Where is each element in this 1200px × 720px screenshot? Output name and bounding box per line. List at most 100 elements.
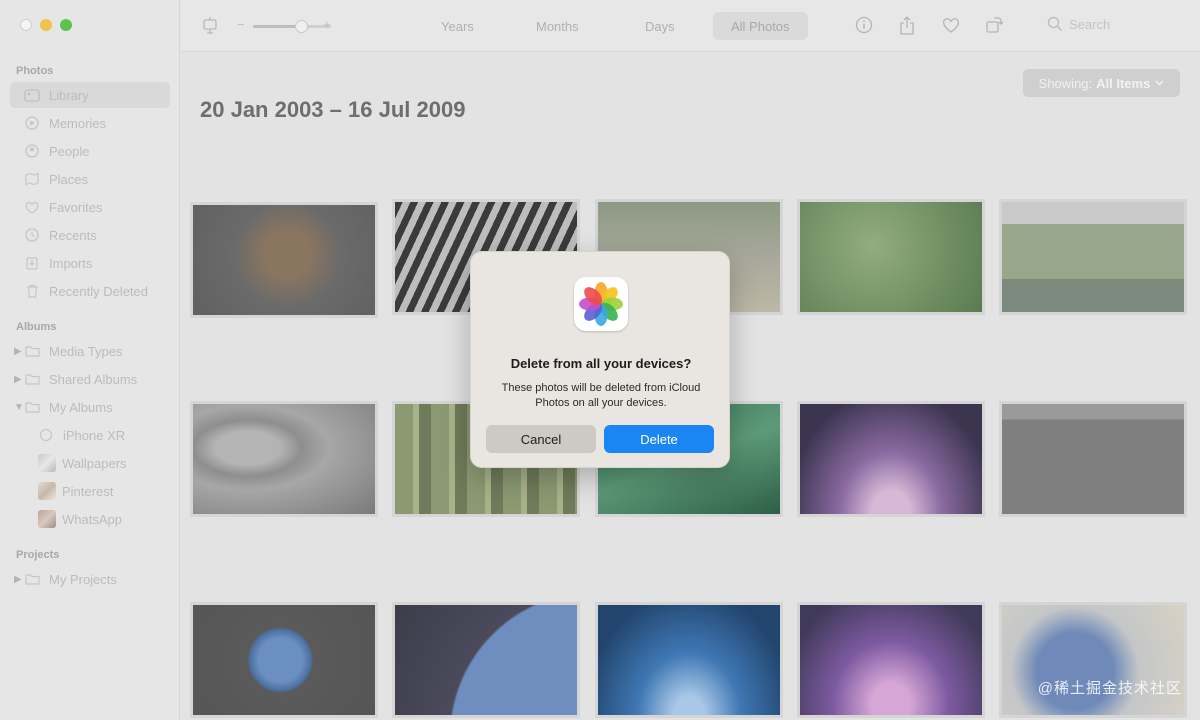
- sidebar-item-wallpapers[interactable]: Wallpapers: [10, 450, 170, 476]
- favorite-heart-icon[interactable]: [941, 15, 961, 35]
- zoom-slider-knob[interactable]: [295, 20, 308, 33]
- photo-thumbnail-great-wave[interactable]: [999, 602, 1187, 718]
- photo-thumbnail-lion[interactable]: [190, 202, 378, 318]
- close-window-button[interactable]: [20, 19, 32, 31]
- photos-app-icon: [574, 277, 628, 331]
- chevron-right-icon[interactable]: ▶: [14, 574, 22, 585]
- chevron-right-icon[interactable]: ▶: [14, 374, 22, 385]
- sidebar-item-memories[interactable]: Memories: [10, 110, 170, 136]
- sidebar-item-label: People: [49, 143, 90, 159]
- folder-icon: [24, 399, 40, 415]
- showing-value: All Items: [1096, 75, 1151, 91]
- sidebar-item-label: Wallpapers: [62, 455, 127, 471]
- sidebar-item-places[interactable]: Places: [10, 166, 170, 192]
- date-range-title: 20 Jan 2003 – 16 Jul 2009: [200, 97, 466, 122]
- photo-thumbnail-zen-garden[interactable]: [999, 401, 1187, 517]
- folder-icon: [24, 343, 40, 359]
- info-icon[interactable]: [854, 15, 874, 35]
- sidebar-item-label: Places: [49, 171, 89, 187]
- people-icon: [24, 143, 40, 159]
- tab-days[interactable]: Days: [627, 12, 693, 40]
- zoom-out-icon[interactable]: −: [237, 17, 245, 32]
- places-icon: [24, 171, 40, 187]
- search-placeholder: Search: [1069, 16, 1111, 32]
- tab-years[interactable]: Years: [423, 12, 492, 40]
- sidebar-section-photos: Photos: [16, 65, 54, 77]
- folder-icon: [24, 371, 40, 387]
- photo-thumbnail-aurora-pink[interactable]: [797, 602, 985, 718]
- trash-icon: [24, 283, 40, 299]
- share-icon[interactable]: [897, 15, 917, 35]
- sidebar-item-label: WhatsApp: [62, 511, 122, 527]
- sidebar-item-label: Library: [49, 87, 89, 103]
- photos-window: Photos Library Memories People Places Fa…: [0, 0, 1200, 720]
- search-icon: [1047, 16, 1063, 32]
- sidebar-item-label: Imports: [49, 255, 93, 271]
- sidebar-item-my-albums[interactable]: ▼ My Albums: [10, 394, 170, 420]
- showing-label: Showing:: [1038, 75, 1093, 91]
- sidebar: Photos Library Memories People Places Fa…: [0, 0, 180, 720]
- memories-icon: [24, 115, 40, 131]
- photo-thumbnail-pavilion[interactable]: [999, 199, 1187, 315]
- sidebar-item-people[interactable]: People: [10, 138, 170, 164]
- cancel-button[interactable]: Cancel: [486, 425, 596, 453]
- photo-thumbnail-pebbles[interactable]: [190, 401, 378, 517]
- sidebar-item-label: Shared Albums: [49, 371, 138, 387]
- sidebar-item-shared-albums[interactable]: ▶ Shared Albums: [10, 366, 170, 392]
- photo-thumbnail-aurora-purple[interactable]: [797, 401, 985, 517]
- sidebar-section-albums: Albums: [16, 321, 57, 333]
- chevron-down-icon[interactable]: ▼: [14, 402, 24, 413]
- clock-icon: [24, 227, 40, 243]
- album-thumbnail: [38, 510, 56, 528]
- chevron-right-icon[interactable]: ▶: [14, 346, 22, 357]
- dialog-title: Delete from all your devices?: [510, 356, 692, 371]
- sidebar-item-imports[interactable]: Imports: [10, 250, 170, 276]
- maximize-window-button[interactable]: [60, 19, 72, 31]
- library-icon: [24, 87, 40, 103]
- heart-icon: [24, 199, 40, 215]
- sidebar-item-recents[interactable]: Recents: [10, 222, 170, 248]
- delete-button[interactable]: Delete: [604, 425, 714, 453]
- photo-thumbnail-aurora-blue[interactable]: [595, 602, 783, 718]
- sidebar-item-label: Memories: [49, 115, 107, 131]
- sidebar-item-my-projects[interactable]: ▶ My Projects: [10, 566, 170, 592]
- sidebar-item-label: My Albums: [49, 399, 113, 415]
- dialog-message: These photos will be deleted from iCloud…: [501, 382, 701, 409]
- showing-filter-button[interactable]: Showing: All Items: [1023, 69, 1180, 97]
- sidebar-item-pinterest[interactable]: Pinterest: [10, 478, 170, 504]
- sidebar-item-media-types[interactable]: ▶ Media Types: [10, 338, 170, 364]
- photo-thumbnail-earth-horizon[interactable]: [392, 602, 580, 718]
- delete-confirmation-dialog: Delete from all your devices? These phot…: [470, 251, 730, 468]
- sidebar-item-label: iPhone XR: [63, 427, 126, 443]
- tab-months[interactable]: Months: [518, 12, 597, 40]
- toolbar: − + Years Months Days All Photos Search: [181, 0, 1200, 52]
- photo-thumbnail-trees[interactable]: [797, 199, 985, 315]
- sidebar-item-library[interactable]: Library: [10, 82, 170, 108]
- sidebar-item-label: Recents: [49, 227, 97, 243]
- sidebar-item-whatsapp[interactable]: WhatsApp: [10, 506, 170, 532]
- import-icon: [24, 255, 40, 271]
- sidebar-item-label: Media Types: [49, 343, 123, 359]
- sidebar-item-label: My Projects: [49, 571, 117, 587]
- album-thumbnail: [38, 454, 56, 472]
- folder-icon: [24, 571, 40, 587]
- zoom-in-icon[interactable]: +: [323, 17, 331, 32]
- sidebar-item-label: Recently Deleted: [49, 283, 148, 299]
- sidebar-item-label: Favorites: [49, 199, 103, 215]
- sidebar-item-iphone-xr[interactable]: iPhone XR: [10, 422, 170, 448]
- zoom-slider[interactable]: [253, 20, 331, 33]
- tab-all-photos[interactable]: All Photos: [713, 12, 808, 40]
- smart-album-icon: [38, 427, 54, 443]
- sidebar-item-favorites[interactable]: Favorites: [10, 194, 170, 220]
- photo-thumbnail-earth[interactable]: [190, 602, 378, 718]
- album-thumbnail: [38, 482, 56, 500]
- chevron-down-icon: [1155, 80, 1164, 86]
- sidebar-section-projects: Projects: [16, 549, 60, 561]
- minimize-window-button[interactable]: [40, 19, 52, 31]
- watermark: @稀土掘金技术社区: [1037, 680, 1182, 697]
- rotate-icon[interactable]: [984, 15, 1004, 35]
- sidebar-item-recently-deleted[interactable]: Recently Deleted: [10, 278, 170, 304]
- sidebar-item-label: Pinterest: [62, 483, 114, 499]
- search-field[interactable]: Search: [1047, 16, 1110, 32]
- slideshow-icon[interactable]: [200, 15, 220, 35]
